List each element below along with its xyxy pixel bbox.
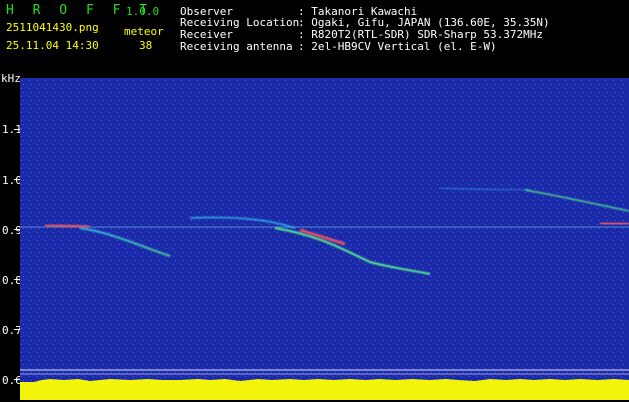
y-tick-label: 0.9 bbox=[2, 224, 22, 237]
app-version: 1.0.0 bbox=[126, 5, 160, 18]
header-panel: H R O F F T 1.0.0 2511041430.png 25.11.0… bbox=[0, 0, 629, 56]
y-tick-label: 1.0 bbox=[2, 174, 22, 187]
y-tick-label: 0.8 bbox=[2, 274, 22, 287]
datetime-label: 25.11.04 14:30 bbox=[6, 39, 99, 52]
meteor-head bbox=[599, 221, 629, 226]
info-value-receiver: : R820T2(RTL-SDR) SDR-Sharp 53.372MHz bbox=[298, 28, 544, 41]
info-value-location: : Ogaki, Gifu, JAPAN (136.60E, 35.35N) bbox=[298, 16, 550, 29]
power-strip bbox=[20, 379, 629, 400]
meteor-head bbox=[44, 223, 91, 229]
meteor-count: 38 bbox=[139, 39, 153, 52]
info-key-receiver: Receiver bbox=[180, 28, 233, 41]
info-key-antenna: Receiving antenna bbox=[180, 40, 293, 53]
y-tick-label: 0.6 bbox=[2, 374, 22, 387]
meteor-label: meteor bbox=[124, 25, 164, 38]
filename-label: 2511041430.png bbox=[6, 21, 99, 34]
y-axis-unit: kHz bbox=[1, 72, 21, 85]
spectrogram-plot bbox=[0, 78, 629, 400]
info-key-location: Receiving Location bbox=[180, 16, 300, 29]
spectrogram-canvas bbox=[0, 78, 629, 400]
info-value-antenna: : 2el-HB9CV Vertical (el. E-W) bbox=[298, 40, 497, 53]
y-tick-label: 0.7 bbox=[2, 324, 22, 337]
